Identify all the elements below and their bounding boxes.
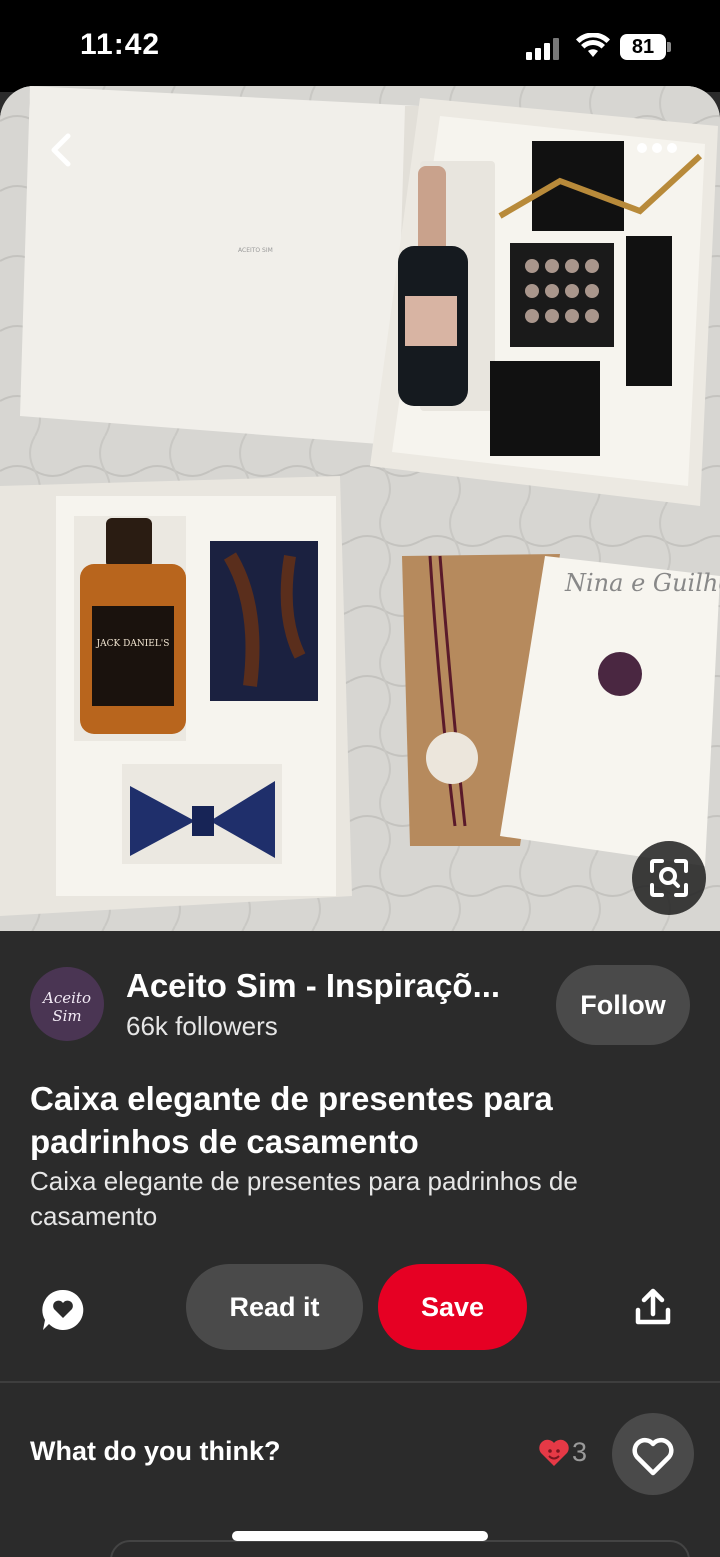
comment-prompt[interactable]: What do you think? [30, 1436, 280, 1467]
battery-icon: 81 [620, 34, 666, 60]
visual-search-icon [650, 859, 688, 897]
more-options-icon[interactable] [632, 126, 682, 170]
next-pin-card [110, 1540, 690, 1557]
back-icon[interactable] [40, 128, 84, 172]
creator-avatar[interactable]: Aceito Sim [30, 967, 104, 1041]
bottle-label: JACK DANIEL'S [96, 639, 170, 649]
comment-icon[interactable] [40, 1287, 86, 1333]
pin-image[interactable]: ACEITO SIM JACK DANIEL'S Nina e Guilh [0, 86, 720, 931]
gift-box-photo: ACEITO SIM JACK DANIEL'S Nina e Guilh [0, 86, 720, 931]
status-bar: 11:42 81 [0, 0, 720, 92]
creator-name[interactable]: Aceito Sim - Inspiraçõ... [126, 967, 500, 1005]
like-button[interactable] [612, 1413, 694, 1495]
reaction-count: 3 [572, 1437, 588, 1467]
home-indicator[interactable] [232, 1531, 488, 1541]
share-icon[interactable] [632, 1286, 674, 1328]
heart-outline-icon [632, 1437, 674, 1476]
status-time: 11:42 [80, 28, 161, 61]
follow-button[interactable]: Follow [556, 965, 690, 1045]
invitation-names: Nina e Guilherme [564, 569, 720, 597]
svg-text:ACEITO SIM: ACEITO SIM [238, 247, 273, 254]
signal-icon [526, 36, 562, 60]
pin-description: Caixa elegante de presentes para padrinh… [30, 1166, 578, 1231]
visual-search-button[interactable] [632, 841, 706, 915]
read-it-button[interactable]: Read it [186, 1264, 363, 1350]
wifi-icon [576, 33, 610, 57]
creator-followers: 66k followers [126, 1011, 278, 1041]
heart-reaction-icon [539, 1439, 569, 1466]
pin-title: Caixa elegante de presentes para padrinh… [30, 1080, 553, 1160]
battery-tip [667, 42, 671, 52]
avatar-text: Aceito Sim [43, 989, 91, 1025]
divider [0, 1381, 720, 1383]
save-button[interactable]: Save [378, 1264, 527, 1350]
